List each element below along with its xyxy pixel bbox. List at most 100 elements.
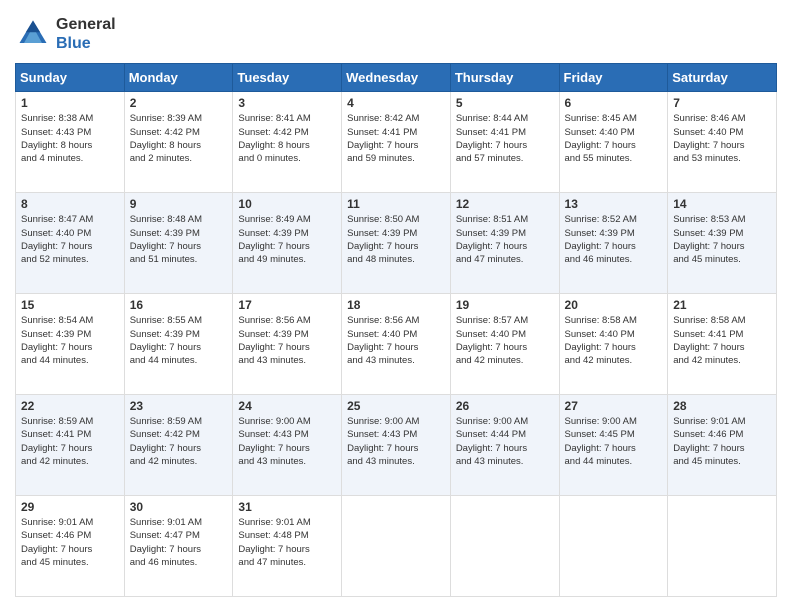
day-info: Sunrise: 8:38 AMSunset: 4:43 PMDaylight:… <box>21 112 119 165</box>
day-cell: 18 Sunrise: 8:56 AMSunset: 4:40 PMDayligh… <box>342 294 451 395</box>
day-cell: 10Sunrise: 8:49 AMSunset: 4:39 PMDayligh… <box>233 193 342 294</box>
day-number: 18 <box>347 298 445 312</box>
day-cell: 21Sunrise: 8:58 AMSunset: 4:41 PMDayligh… <box>668 294 777 395</box>
day-info: Sunrise: 9:00 AMSunset: 4:43 PMDaylight:… <box>238 415 336 468</box>
day-cell: 9 Sunrise: 8:48 AMSunset: 4:39 PMDaylight… <box>124 193 233 294</box>
day-number: 3 <box>238 96 336 110</box>
day-info: Sunrise: 8:56 AMSunset: 4:39 PMDaylight:… <box>238 314 336 367</box>
day-cell: 20 Sunrise: 8:58 AMSunset: 4:40 PMDayligh… <box>559 294 668 395</box>
day-cell <box>559 496 668 597</box>
day-cell: 17 Sunrise: 8:56 AMSunset: 4:39 PMDayligh… <box>233 294 342 395</box>
day-info: Sunrise: 9:01 AMSunset: 4:46 PMDaylight:… <box>673 415 771 468</box>
day-cell <box>668 496 777 597</box>
day-number: 25 <box>347 399 445 413</box>
day-cell: 26Sunrise: 9:00 AMSunset: 4:44 PMDayligh… <box>450 395 559 496</box>
day-cell: 12Sunrise: 8:51 AMSunset: 4:39 PMDayligh… <box>450 193 559 294</box>
day-number: 23 <box>130 399 228 413</box>
day-info: Sunrise: 8:46 AMSunset: 4:40 PMDaylight:… <box>673 112 771 165</box>
day-number: 29 <box>21 500 119 514</box>
weekday-tuesday: Tuesday <box>233 64 342 92</box>
day-info: Sunrise: 9:01 AMSunset: 4:46 PMDaylight:… <box>21 516 119 569</box>
day-info: Sunrise: 9:00 AMSunset: 4:45 PMDaylight:… <box>565 415 663 468</box>
week-row-2: 8 Sunrise: 8:47 AMSunset: 4:40 PMDaylight… <box>16 193 777 294</box>
weekday-sunday: Sunday <box>16 64 125 92</box>
day-number: 10 <box>238 197 336 211</box>
day-info: Sunrise: 8:45 AMSunset: 4:40 PMDaylight:… <box>565 112 663 165</box>
day-info: Sunrise: 9:01 AMSunset: 4:47 PMDaylight:… <box>130 516 228 569</box>
page-container: General Blue SundayMondayTuesdayWednesda… <box>0 0 792 612</box>
day-cell: 3 Sunrise: 8:41 AMSunset: 4:42 PMDaylight… <box>233 92 342 193</box>
day-number: 27 <box>565 399 663 413</box>
day-number: 24 <box>238 399 336 413</box>
day-info: Sunrise: 8:51 AMSunset: 4:39 PMDaylight:… <box>456 213 554 266</box>
day-number: 13 <box>565 197 663 211</box>
day-info: Sunrise: 9:00 AMSunset: 4:44 PMDaylight:… <box>456 415 554 468</box>
day-cell: 19 Sunrise: 8:57 AMSunset: 4:40 PMDayligh… <box>450 294 559 395</box>
day-number: 9 <box>130 197 228 211</box>
day-number: 15 <box>21 298 119 312</box>
day-info: Sunrise: 8:53 AMSunset: 4:39 PMDaylight:… <box>673 213 771 266</box>
day-info: Sunrise: 8:54 AMSunset: 4:39 PMDaylight:… <box>21 314 119 367</box>
day-cell: 27 Sunrise: 9:00 AMSunset: 4:45 PMDayligh… <box>559 395 668 496</box>
day-cell: 14 Sunrise: 8:53 AMSunset: 4:39 PMDayligh… <box>668 193 777 294</box>
day-number: 1 <box>21 96 119 110</box>
day-info: Sunrise: 8:41 AMSunset: 4:42 PMDaylight:… <box>238 112 336 165</box>
day-cell: 16 Sunrise: 8:55 AMSunset: 4:39 PMDayligh… <box>124 294 233 395</box>
day-cell: 31 Sunrise: 9:01 AMSunset: 4:48 PMDayligh… <box>233 496 342 597</box>
day-info: Sunrise: 8:42 AMSunset: 4:41 PMDaylight:… <box>347 112 445 165</box>
day-info: Sunrise: 8:59 AMSunset: 4:42 PMDaylight:… <box>130 415 228 468</box>
day-number: 11 <box>347 197 445 211</box>
day-info: Sunrise: 9:01 AMSunset: 4:48 PMDaylight:… <box>238 516 336 569</box>
day-number: 31 <box>238 500 336 514</box>
week-row-4: 22 Sunrise: 8:59 AMSunset: 4:41 PMDayligh… <box>16 395 777 496</box>
day-number: 8 <box>21 197 119 211</box>
day-cell: 23 Sunrise: 8:59 AMSunset: 4:42 PMDayligh… <box>124 395 233 496</box>
day-number: 17 <box>238 298 336 312</box>
day-number: 19 <box>456 298 554 312</box>
day-cell: 24 Sunrise: 9:00 AMSunset: 4:43 PMDayligh… <box>233 395 342 496</box>
day-info: Sunrise: 8:56 AMSunset: 4:40 PMDaylight:… <box>347 314 445 367</box>
day-number: 2 <box>130 96 228 110</box>
day-cell: 15 Sunrise: 8:54 AMSunset: 4:39 PMDayligh… <box>16 294 125 395</box>
day-cell: 1 Sunrise: 8:38 AMSunset: 4:43 PMDaylight… <box>16 92 125 193</box>
logo: General Blue <box>15 15 116 53</box>
day-number: 6 <box>565 96 663 110</box>
day-number: 4 <box>347 96 445 110</box>
day-cell <box>450 496 559 597</box>
day-cell: 22 Sunrise: 8:59 AMSunset: 4:41 PMDayligh… <box>16 395 125 496</box>
weekday-header-row: SundayMondayTuesdayWednesdayThursdayFrid… <box>16 64 777 92</box>
logo-icon <box>15 16 51 52</box>
logo-text: General Blue <box>56 15 116 53</box>
day-number: 5 <box>456 96 554 110</box>
day-number: 7 <box>673 96 771 110</box>
day-info: Sunrise: 8:39 AMSunset: 4:42 PMDaylight:… <box>130 112 228 165</box>
day-cell: 13 Sunrise: 8:52 AMSunset: 4:39 PMDayligh… <box>559 193 668 294</box>
week-row-5: 29 Sunrise: 9:01 AMSunset: 4:46 PMDayligh… <box>16 496 777 597</box>
day-info: Sunrise: 8:48 AMSunset: 4:39 PMDaylight:… <box>130 213 228 266</box>
day-cell <box>342 496 451 597</box>
day-info: Sunrise: 8:52 AMSunset: 4:39 PMDaylight:… <box>565 213 663 266</box>
day-info: Sunrise: 8:47 AMSunset: 4:40 PMDaylight:… <box>21 213 119 266</box>
day-info: Sunrise: 8:58 AMSunset: 4:41 PMDaylight:… <box>673 314 771 367</box>
day-cell: 30 Sunrise: 9:01 AMSunset: 4:47 PMDayligh… <box>124 496 233 597</box>
day-info: Sunrise: 9:00 AMSunset: 4:43 PMDaylight:… <box>347 415 445 468</box>
weekday-monday: Monday <box>124 64 233 92</box>
day-info: Sunrise: 8:44 AMSunset: 4:41 PMDaylight:… <box>456 112 554 165</box>
day-number: 30 <box>130 500 228 514</box>
day-info: Sunrise: 8:50 AMSunset: 4:39 PMDaylight:… <box>347 213 445 266</box>
day-cell: 28Sunrise: 9:01 AMSunset: 4:46 PMDayligh… <box>668 395 777 496</box>
day-number: 22 <box>21 399 119 413</box>
day-info: Sunrise: 8:57 AMSunset: 4:40 PMDaylight:… <box>456 314 554 367</box>
day-cell: 25 Sunrise: 9:00 AMSunset: 4:43 PMDayligh… <box>342 395 451 496</box>
day-info: Sunrise: 8:59 AMSunset: 4:41 PMDaylight:… <box>21 415 119 468</box>
day-number: 16 <box>130 298 228 312</box>
calendar-table: SundayMondayTuesdayWednesdayThursdayFrid… <box>15 63 777 597</box>
day-cell: 7 Sunrise: 8:46 AMSunset: 4:40 PMDaylight… <box>668 92 777 193</box>
day-number: 20 <box>565 298 663 312</box>
day-cell: 8 Sunrise: 8:47 AMSunset: 4:40 PMDaylight… <box>16 193 125 294</box>
day-number: 14 <box>673 197 771 211</box>
day-cell: 5 Sunrise: 8:44 AMSunset: 4:41 PMDaylight… <box>450 92 559 193</box>
day-info: Sunrise: 8:55 AMSunset: 4:39 PMDaylight:… <box>130 314 228 367</box>
day-info: Sunrise: 8:58 AMSunset: 4:40 PMDaylight:… <box>565 314 663 367</box>
weekday-wednesday: Wednesday <box>342 64 451 92</box>
